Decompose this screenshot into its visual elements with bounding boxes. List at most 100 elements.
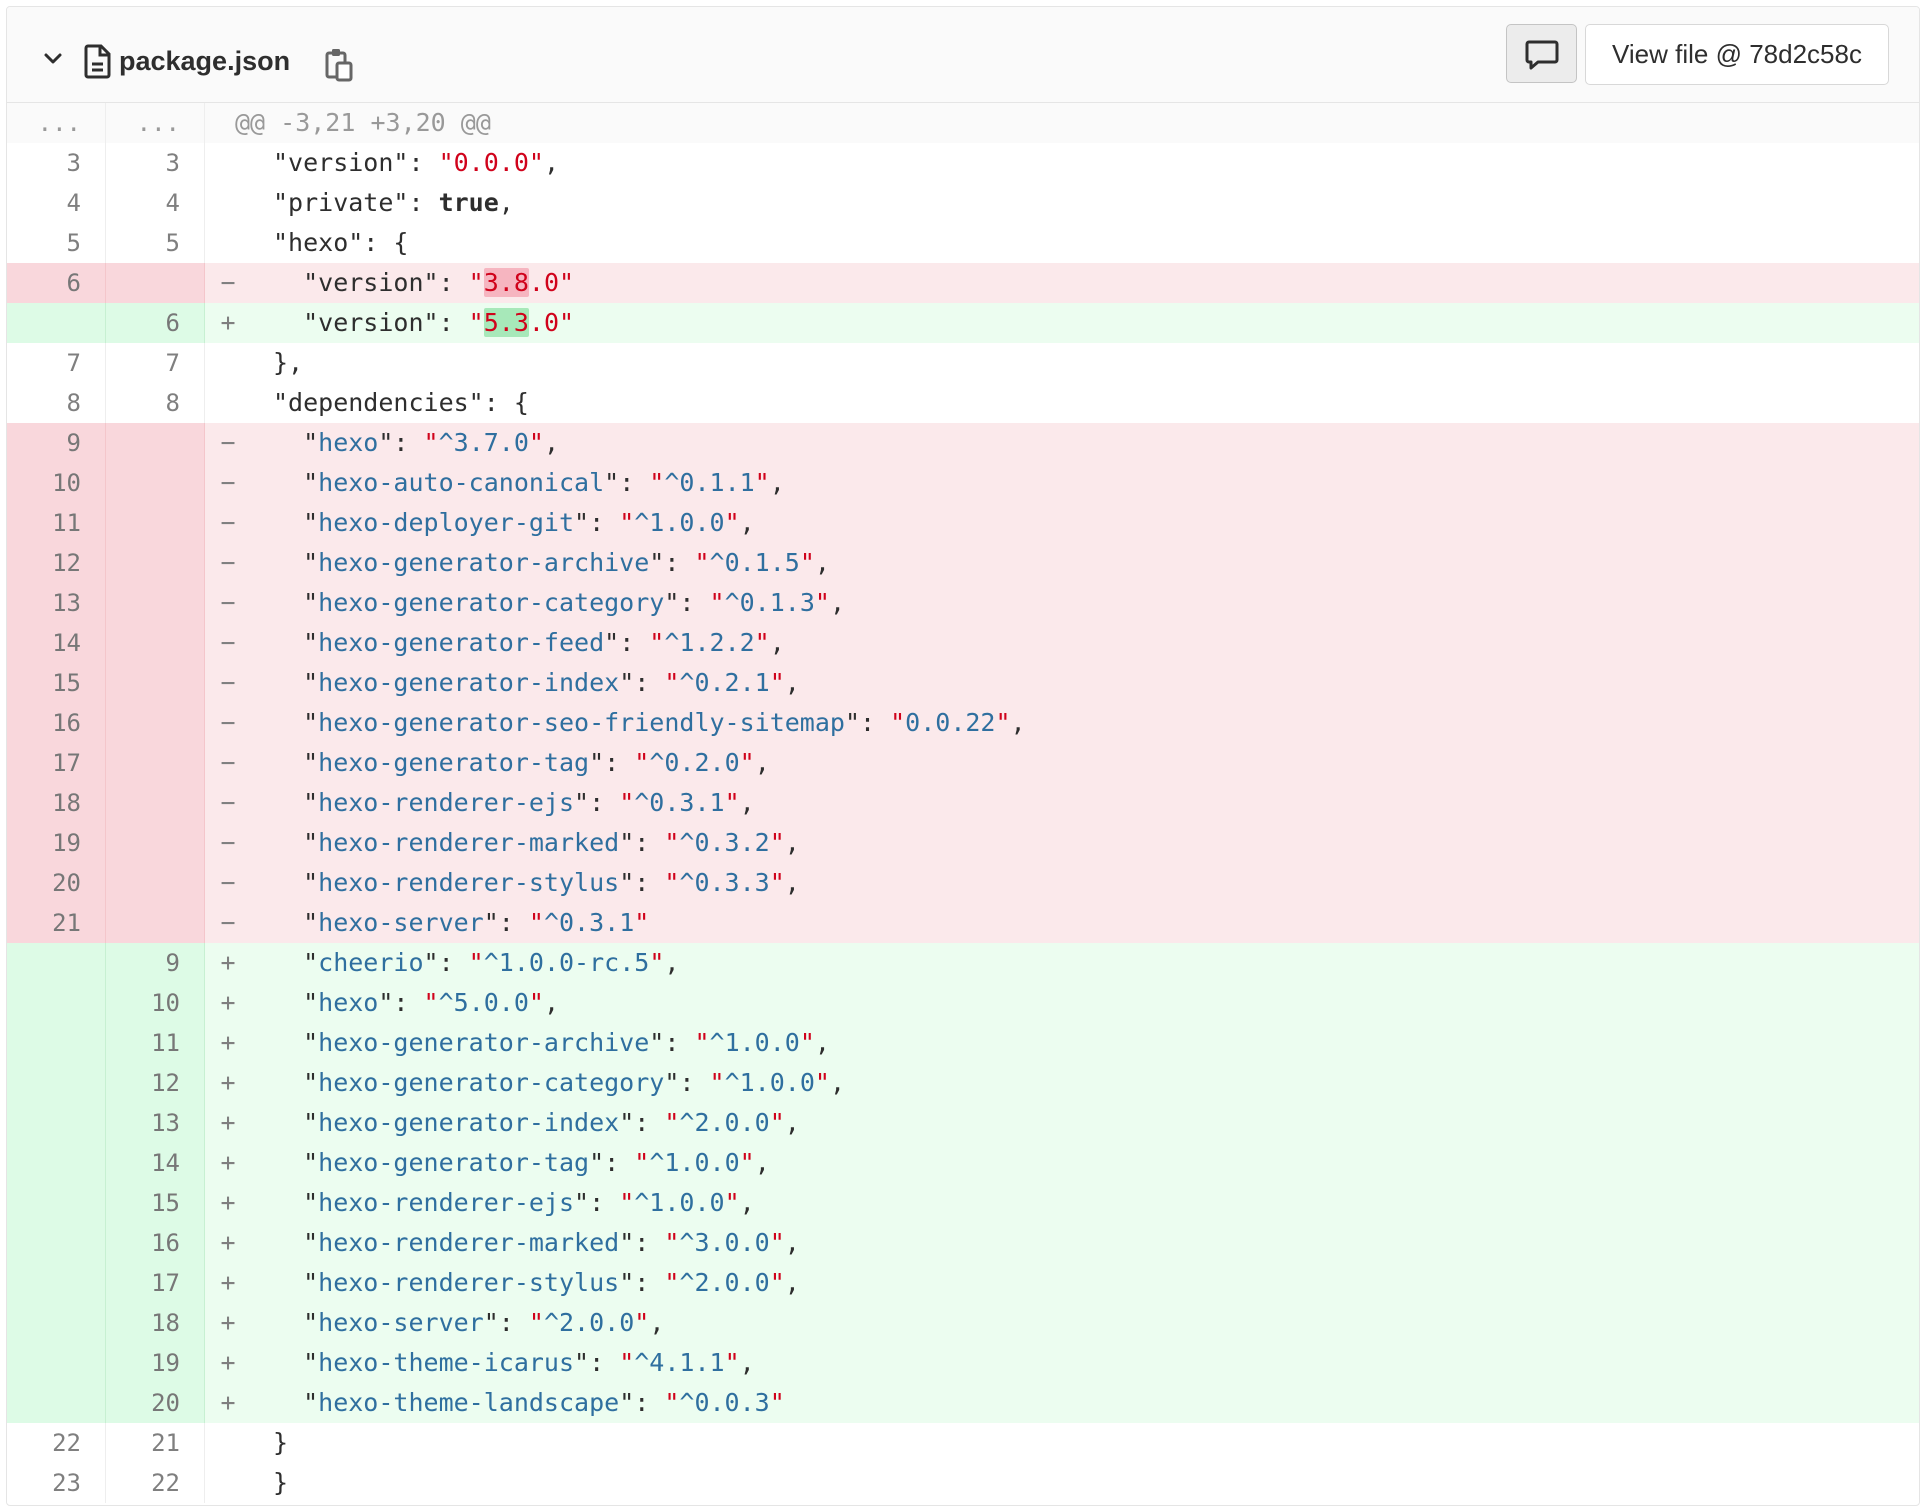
old-line-number[interactable]: 15 xyxy=(7,663,106,703)
old-line-number[interactable] xyxy=(7,1103,106,1143)
new-line-number[interactable]: 16 xyxy=(106,1223,205,1263)
old-line-number[interactable] xyxy=(7,1143,106,1183)
diff-line-del: 6 − "version": "3.8.0" xyxy=(7,263,1919,303)
old-line-number[interactable]: 13 xyxy=(7,583,106,623)
code-token: " xyxy=(754,628,770,657)
new-line-number[interactable] xyxy=(106,503,205,543)
new-line-number[interactable]: 11 xyxy=(106,1023,205,1063)
new-line-number[interactable]: 3 xyxy=(106,143,205,183)
old-line-number[interactable]: 5 xyxy=(7,223,106,263)
new-line-number[interactable]: 9 xyxy=(106,943,205,983)
old-line-number[interactable]: 3 xyxy=(7,143,106,183)
old-line-number[interactable]: 4 xyxy=(7,183,106,223)
new-line-number[interactable]: ... xyxy=(106,103,205,143)
new-line-number[interactable]: 6 xyxy=(106,303,205,343)
old-line-number[interactable]: 6 xyxy=(7,263,106,303)
code-token: " xyxy=(273,1388,319,1417)
code-token: , xyxy=(739,508,755,537)
old-line-number[interactable]: 23 xyxy=(7,1463,106,1503)
code-token: " xyxy=(634,908,650,937)
new-line-number[interactable] xyxy=(106,423,205,463)
diff-line-del: 19− "hexo-renderer-marked": "^0.3.2", xyxy=(7,823,1919,863)
diff-sign xyxy=(205,143,247,183)
old-line-number[interactable] xyxy=(7,1263,106,1303)
new-line-number[interactable] xyxy=(106,583,205,623)
diff-line-del: 20− "hexo-renderer-stylus": "^0.3.3", xyxy=(7,863,1919,903)
old-line-number[interactable]: 20 xyxy=(7,863,106,903)
new-line-number[interactable] xyxy=(106,263,205,303)
old-line-number[interactable] xyxy=(7,1023,106,1063)
code-token: ": xyxy=(378,988,424,1017)
old-line-number[interactable]: 11 xyxy=(7,503,106,543)
new-line-number[interactable]: 8 xyxy=(106,383,205,423)
old-line-number[interactable]: 7 xyxy=(7,343,106,383)
new-line-number[interactable]: 19 xyxy=(106,1343,205,1383)
old-line-number[interactable]: 8 xyxy=(7,383,106,423)
new-line-number[interactable]: 18 xyxy=(106,1303,205,1343)
code-token: hexo-renderer-marked xyxy=(318,1228,620,1257)
diff-line-add: 20 + "hexo-theme-landscape": "^0.0.3" xyxy=(7,1383,1919,1423)
new-line-number[interactable] xyxy=(106,743,205,783)
diff-line-add: 18 + "hexo-server": "^2.0.0", xyxy=(7,1303,1919,1343)
file-name[interactable]: package.json xyxy=(119,43,290,79)
new-line-number[interactable]: 14 xyxy=(106,1143,205,1183)
new-line-number[interactable] xyxy=(106,783,205,823)
code-token: ": xyxy=(574,508,620,537)
new-line-number[interactable]: 17 xyxy=(106,1263,205,1303)
code-token: ^1.0.0-rc.5 xyxy=(483,948,650,977)
old-line-number[interactable]: 14 xyxy=(7,623,106,663)
old-line-number[interactable] xyxy=(7,1183,106,1223)
chevron-down-icon[interactable] xyxy=(41,47,65,71)
new-line-number[interactable]: 22 xyxy=(106,1463,205,1503)
code-token: @@ -3,21 +3,20 @@ xyxy=(235,108,491,137)
clipboard-icon[interactable] xyxy=(323,47,355,83)
new-line-number[interactable] xyxy=(106,623,205,663)
new-line-number[interactable]: 7 xyxy=(106,343,205,383)
code-token: " xyxy=(709,1068,725,1097)
old-line-number[interactable]: 12 xyxy=(7,543,106,583)
code-token: " xyxy=(273,468,319,497)
code-token: 5.3 xyxy=(483,308,529,337)
code-token: hexo-generator-category xyxy=(318,588,665,617)
old-line-number[interactable]: 17 xyxy=(7,743,106,783)
diff-sign xyxy=(205,1463,247,1503)
old-line-number[interactable]: 22 xyxy=(7,1423,106,1463)
new-line-number[interactable] xyxy=(106,463,205,503)
new-line-number[interactable]: 12 xyxy=(106,1063,205,1103)
old-line-number[interactable]: 16 xyxy=(7,703,106,743)
old-line-number[interactable] xyxy=(7,1343,106,1383)
new-line-number[interactable] xyxy=(106,663,205,703)
new-line-number[interactable] xyxy=(106,903,205,943)
diff-sign: + xyxy=(220,1388,236,1417)
view-file-button[interactable]: View file @ 78d2c58c xyxy=(1585,24,1889,85)
old-line-number[interactable] xyxy=(7,1383,106,1423)
code-token: " xyxy=(739,748,755,777)
old-line-number[interactable] xyxy=(7,1063,106,1103)
old-line-number[interactable]: ... xyxy=(7,103,106,143)
new-line-number[interactable] xyxy=(106,543,205,583)
new-line-number[interactable]: 21 xyxy=(106,1423,205,1463)
old-line-number[interactable] xyxy=(7,983,106,1023)
old-line-number[interactable]: 18 xyxy=(7,783,106,823)
new-line-number[interactable]: 13 xyxy=(106,1103,205,1143)
old-line-number[interactable] xyxy=(7,303,106,343)
code-token: " xyxy=(754,468,770,497)
new-line-number[interactable]: 4 xyxy=(106,183,205,223)
old-line-number[interactable] xyxy=(7,943,106,983)
new-line-number[interactable]: 20 xyxy=(106,1383,205,1423)
toggle-comments-button[interactable] xyxy=(1506,24,1577,83)
old-line-number[interactable] xyxy=(7,1303,106,1343)
new-line-number[interactable]: 10 xyxy=(106,983,205,1023)
code-token: ^1.2.2 xyxy=(664,628,755,657)
old-line-number[interactable]: 21 xyxy=(7,903,106,943)
old-line-number[interactable]: 19 xyxy=(7,823,106,863)
new-line-number[interactable] xyxy=(106,703,205,743)
old-line-number[interactable] xyxy=(7,1223,106,1263)
new-line-number[interactable] xyxy=(106,863,205,903)
new-line-number[interactable]: 15 xyxy=(106,1183,205,1223)
old-line-number[interactable]: 9 xyxy=(7,423,106,463)
old-line-number[interactable]: 10 xyxy=(7,463,106,503)
new-line-number[interactable]: 5 xyxy=(106,223,205,263)
code-token: " xyxy=(694,1028,710,1057)
new-line-number[interactable] xyxy=(106,823,205,863)
